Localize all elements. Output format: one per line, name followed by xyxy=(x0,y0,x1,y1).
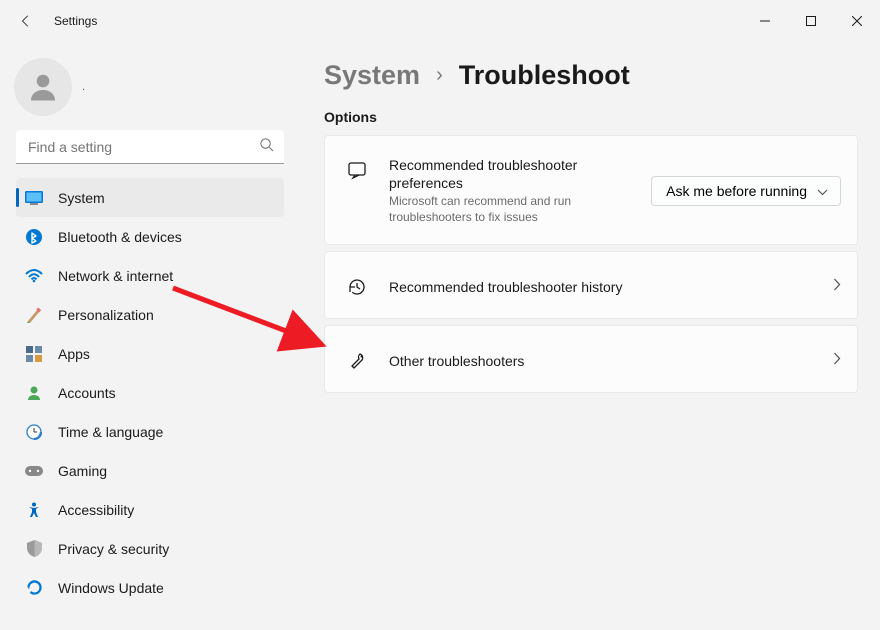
main-content: System › Troubleshoot Options Recommende… xyxy=(296,42,880,630)
sidebar-item-apps[interactable]: Apps xyxy=(16,334,284,373)
sidebar-item-accessibility[interactable]: Accessibility xyxy=(16,490,284,529)
chevron-down-icon xyxy=(817,183,828,199)
sidebar-item-label: Windows Update xyxy=(58,580,164,596)
chevron-right-icon xyxy=(833,278,841,296)
apps-icon xyxy=(24,344,44,364)
sidebar-item-label: Apps xyxy=(58,346,90,362)
sidebar-item-accounts[interactable]: Accounts xyxy=(16,373,284,412)
clock-icon xyxy=(24,422,44,442)
chevron-right-icon: › xyxy=(436,64,443,87)
breadcrumb-parent[interactable]: System xyxy=(324,60,420,91)
sidebar-item-label: Bluetooth & devices xyxy=(58,229,182,245)
preferences-dropdown[interactable]: Ask me before running xyxy=(651,176,841,206)
sidebar-item-bluetooth[interactable]: Bluetooth & devices xyxy=(16,217,284,256)
sidebar-item-update[interactable]: Windows Update xyxy=(16,568,284,607)
sidebar-item-label: Personalization xyxy=(58,307,154,323)
accounts-icon xyxy=(24,383,44,403)
sidebar-item-gaming[interactable]: Gaming xyxy=(16,451,284,490)
sidebar-item-system[interactable]: System xyxy=(16,178,284,217)
wrench-icon xyxy=(345,351,369,371)
user-name: . xyxy=(82,81,85,93)
sidebar-item-label: Time & language xyxy=(58,424,163,440)
breadcrumb: System › Troubleshoot xyxy=(324,60,858,91)
card-title: Other troubleshooters xyxy=(389,353,813,369)
nav-list: System Bluetooth & devices Network & int… xyxy=(16,178,284,607)
maximize-button[interactable] xyxy=(788,0,834,42)
brush-icon xyxy=(24,305,44,325)
close-button[interactable] xyxy=(834,0,880,42)
gaming-icon xyxy=(24,461,44,481)
card-title: Recommended troubleshooter history xyxy=(389,279,813,295)
window-title: Settings xyxy=(54,14,97,28)
titlebar: Settings xyxy=(0,0,880,42)
accessibility-icon xyxy=(24,500,44,520)
chevron-right-icon xyxy=(833,352,841,370)
search-icon xyxy=(259,137,274,157)
sidebar-item-label: Gaming xyxy=(58,463,107,479)
message-icon xyxy=(345,160,369,180)
sidebar-item-label: Privacy & security xyxy=(58,541,169,557)
sidebar-item-label: Accessibility xyxy=(58,502,134,518)
sidebar-item-time[interactable]: Time & language xyxy=(16,412,284,451)
sidebar-item-label: Network & internet xyxy=(58,268,173,284)
card-description: Microsoft can recommend and run troubles… xyxy=(389,194,609,225)
dropdown-value: Ask me before running xyxy=(666,183,807,199)
avatar xyxy=(14,58,72,116)
bluetooth-icon xyxy=(24,227,44,247)
history-icon xyxy=(345,277,369,297)
back-button[interactable] xyxy=(14,9,38,33)
user-profile[interactable]: . xyxy=(14,58,284,116)
card-troubleshooter-preferences: Recommended troubleshooter preferences M… xyxy=(324,135,858,245)
sidebar: . System Bluetooth & devices xyxy=(0,42,296,630)
wifi-icon xyxy=(24,266,44,286)
update-icon xyxy=(24,578,44,598)
minimize-button[interactable] xyxy=(742,0,788,42)
search-box[interactable] xyxy=(16,130,284,164)
card-title: Recommended troubleshooter preferences xyxy=(389,156,589,192)
system-icon xyxy=(24,188,44,208)
card-other-troubleshooters[interactable]: Other troubleshooters xyxy=(324,325,858,393)
search-input[interactable] xyxy=(16,130,284,164)
sidebar-item-label: Accounts xyxy=(58,385,116,401)
sidebar-item-network[interactable]: Network & internet xyxy=(16,256,284,295)
card-troubleshooter-history[interactable]: Recommended troubleshooter history xyxy=(324,251,858,319)
section-label: Options xyxy=(324,109,858,125)
window-controls xyxy=(742,0,880,42)
sidebar-item-personalization[interactable]: Personalization xyxy=(16,295,284,334)
shield-icon xyxy=(24,539,44,559)
page-title: Troubleshoot xyxy=(459,60,630,91)
sidebar-item-label: System xyxy=(58,190,105,206)
sidebar-item-privacy[interactable]: Privacy & security xyxy=(16,529,284,568)
